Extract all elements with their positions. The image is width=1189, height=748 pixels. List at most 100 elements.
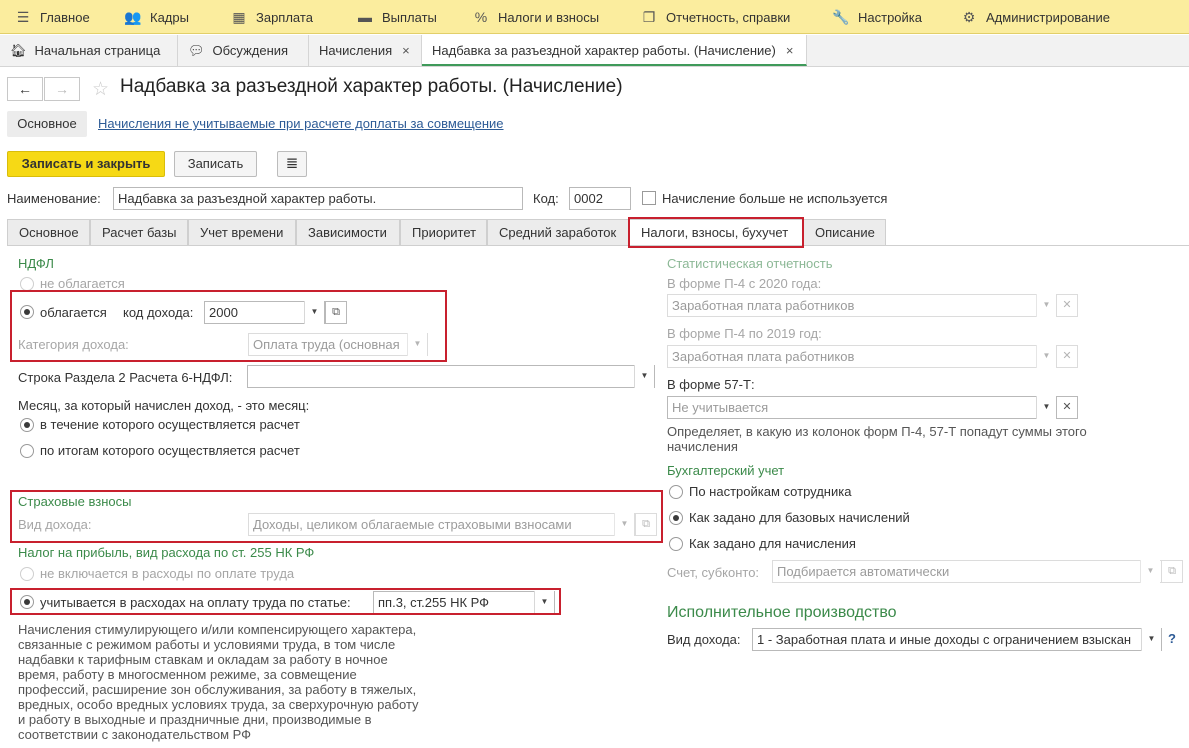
accounting-option1-radio[interactable] <box>669 485 683 499</box>
section-main[interactable]: Основное <box>7 111 87 137</box>
code-label: Код: <box>533 191 559 206</box>
profit-included-radio[interactable] <box>20 595 34 609</box>
menu-icon: ☰ <box>16 9 30 25</box>
people-icon: 👥 <box>124 9 142 25</box>
not-used-label: Начисление больше не используется <box>662 191 888 206</box>
line-6ndfl-input[interactable] <box>247 365 655 388</box>
profit-not-included-radio[interactable] <box>20 567 34 581</box>
month-option1-label: в течение которого осуществляется расчет <box>40 417 300 432</box>
open-icon[interactable]: ⧉ <box>1161 560 1183 583</box>
tab-dependencies[interactable]: Зависимости <box>296 219 400 245</box>
article-input[interactable]: пп.3, ст.255 НК РФ <box>373 591 555 614</box>
p4-2019-input[interactable]: Заработная плата работников <box>667 345 1057 368</box>
open-tab-discussions[interactable]: 💬︎ Обсуждения <box>178 35 309 67</box>
accounting-option2-radio[interactable] <box>669 511 683 525</box>
tab-time-accounting[interactable]: Учет времени <box>188 219 296 245</box>
menu-item-reports[interactable]: ❐ Отчетность, справки <box>640 0 791 34</box>
open-icon[interactable]: ⧉ <box>635 513 657 536</box>
accounting-option3-radio[interactable] <box>669 537 683 551</box>
p4-2020-label: В форме П-4 с 2020 года: <box>667 276 822 291</box>
open-tab-current[interactable]: Надбавка за разъездной характер работы. … <box>422 35 807 66</box>
arrow-right-icon: → <box>55 81 69 97</box>
tab-description[interactable]: Описание <box>803 219 886 245</box>
month-option1-radio[interactable] <box>20 418 34 432</box>
gear-icon: ⚙ <box>962 9 976 25</box>
code-input[interactable]: 0002 <box>569 187 631 210</box>
profit-tax-description: Начисления стимулирующего и/или компенси… <box>18 622 419 742</box>
insurance-income-type-input[interactable]: Доходы, целиком облагаемые страховыми вз… <box>248 513 635 536</box>
documents-icon: ❐ <box>642 9 656 25</box>
chat-icon: 💬︎ <box>188 43 205 58</box>
back-button[interactable]: ← <box>7 77 43 101</box>
accounting-header: Бухгалтерский учет <box>667 463 785 478</box>
chevron-down-icon[interactable]: ▼ <box>1140 560 1160 583</box>
income-category-input[interactable]: Оплата труда (основная <box>248 333 428 356</box>
f57t-input[interactable]: Не учитывается <box>667 396 1057 419</box>
chevron-down-icon[interactable]: ▼ <box>614 513 634 536</box>
close-icon[interactable]: × <box>786 43 794 58</box>
top-menu: ☰ Главное 👥 Кадры ▦ Зарплата ▬ Выплаты % Нало… <box>0 0 1189 34</box>
open-tab-home[interactable]: 🏠︎ Начальная страница <box>0 35 178 67</box>
tab-average-earnings[interactable]: Средний заработок <box>487 219 629 245</box>
chevron-down-icon[interactable]: ▼ <box>634 365 654 388</box>
tab-divider <box>7 245 1189 246</box>
chevron-down-icon[interactable]: ▼ <box>534 591 554 614</box>
open-tab-accruals[interactable]: Начисления × <box>309 35 422 67</box>
menu-item-personnel[interactable]: 👥 Кадры <box>124 0 189 34</box>
chevron-down-icon[interactable]: ▼ <box>1141 628 1161 651</box>
page-title: Надбавка за разъездной характер работы. … <box>120 76 623 97</box>
report-button[interactable]: ≣ <box>277 151 307 177</box>
tab-taxes-accounting[interactable]: Налоги, взносы, бухучет <box>629 219 803 246</box>
month-option2-label: по итогам которого осуществляется расчет <box>40 443 300 458</box>
profit-not-included-label: не включается в расходы по оплате труда <box>40 566 295 581</box>
income-code-label: код дохода: <box>123 305 194 320</box>
menu-item-main[interactable]: ☰ Главное <box>14 0 90 34</box>
account-label: Счет, субконто: <box>667 565 760 580</box>
account-input[interactable]: Подбирается автоматически <box>772 560 1162 583</box>
name-input[interactable]: Надбавка за разъездной характер работы. <box>113 187 523 210</box>
not-used-checkbox[interactable] <box>642 191 656 205</box>
clear-icon[interactable]: ✕ <box>1056 345 1078 368</box>
arrow-left-icon: ← <box>18 81 32 97</box>
forward-button[interactable]: → <box>44 77 80 101</box>
help-icon[interactable]: ? <box>1168 631 1176 646</box>
menu-item-taxes[interactable]: % Налоги и взносы <box>472 0 599 34</box>
ndfl-not-taxed-label: не облагается <box>40 276 125 291</box>
enforcement-income-type-input[interactable]: 1 - Заработная плата и иные доходы с огр… <box>752 628 1162 651</box>
month-option2-radio[interactable] <box>20 444 34 458</box>
month-question-label: Месяц, за который начислен доход, - это … <box>18 398 310 413</box>
close-icon[interactable]: × <box>402 43 410 58</box>
chevron-down-icon[interactable]: ▼ <box>407 333 427 356</box>
tab-priority[interactable]: Приоритет <box>400 219 487 245</box>
ndfl-not-taxed-radio[interactable] <box>20 277 34 291</box>
clear-icon[interactable]: ✕ <box>1056 294 1078 317</box>
tab-base-calc[interactable]: Расчет базы <box>90 219 188 245</box>
chevron-down-icon[interactable]: ▼ <box>1036 345 1056 368</box>
section-link-accruals[interactable]: Начисления не учитываемые при расчете до… <box>98 116 504 131</box>
menu-item-salary[interactable]: ▦ Зарплата <box>230 0 313 34</box>
chevron-down-icon[interactable]: ▼ <box>1036 396 1056 419</box>
income-category-label: Категория дохода: <box>18 337 129 352</box>
statistics-header: Статистическая отчетность <box>667 256 833 271</box>
profit-tax-header: Налог на прибыль, вид расхода по ст. 255… <box>18 545 315 560</box>
chevron-down-icon[interactable]: ▼ <box>1036 294 1056 317</box>
clear-icon[interactable]: ✕ <box>1056 396 1078 419</box>
star-icon[interactable]: ☆ <box>92 78 109 101</box>
ndfl-taxed-radio[interactable] <box>20 305 34 319</box>
menu-item-settings[interactable]: 🔧 Настройка <box>832 0 922 34</box>
accounting-option3-label: Как задано для начисления <box>689 536 856 551</box>
menu-item-payments[interactable]: ▬ Выплаты <box>356 0 437 34</box>
open-icon[interactable]: ⧉ <box>325 301 347 324</box>
open-tabs-bar: 🏠︎ Начальная страница 💬︎ Обсуждения Начисл… <box>0 35 1189 67</box>
name-label: Наименование: <box>7 191 101 206</box>
ndfl-header: НДФЛ <box>18 256 54 271</box>
save-button[interactable]: Записать <box>174 151 257 177</box>
chevron-down-icon[interactable]: ▼ <box>304 301 324 324</box>
enforcement-income-type-label: Вид дохода: <box>667 632 741 647</box>
p4-2020-input[interactable]: Заработная плата работников <box>667 294 1057 317</box>
save-and-close-button[interactable]: Записать и закрыть <box>7 151 165 177</box>
home-icon: 🏠︎ <box>10 43 27 58</box>
insurance-header: Страховые взносы <box>18 494 132 509</box>
tab-main[interactable]: Основное <box>7 219 90 245</box>
menu-item-admin[interactable]: ⚙ Администрирование <box>960 0 1110 34</box>
